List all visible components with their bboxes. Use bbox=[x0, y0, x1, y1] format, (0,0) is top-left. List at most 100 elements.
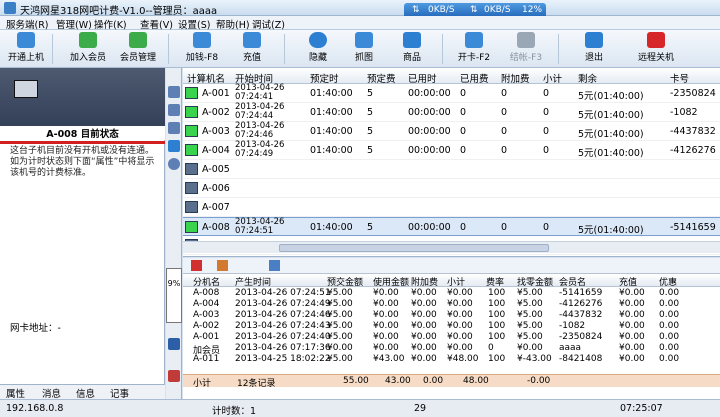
record-row[interactable]: 加会员 2013-04-26 07:17:36 ¥0.00 ¥0.00 ¥0.00 ¥0.… bbox=[183, 343, 720, 356]
toolbar-divider bbox=[52, 34, 53, 64]
machine-table-header: 计算机名 开始时间 预定时 预定费 已用时 已用费 附加费 小计 剩余 卡号 bbox=[183, 68, 720, 85]
record-cell: 0.00 bbox=[659, 343, 680, 353]
machine-row[interactable]: 2013-04-26 07:24:46 A-003 01:40:00 5 00:00:00… bbox=[183, 122, 720, 141]
record-cell: ¥5.00 bbox=[517, 288, 543, 298]
goods-button[interactable]: 商品 bbox=[388, 32, 436, 66]
recharge-button[interactable]: 充值 bbox=[228, 32, 276, 66]
menu-help[interactable]: 帮助(H) bbox=[216, 17, 250, 31]
record-cell: 100 bbox=[488, 332, 506, 342]
member-manage-button[interactable]: 会员管理 bbox=[114, 32, 162, 66]
clock-time: 07:25:07 bbox=[620, 403, 663, 414]
grid-view-icon[interactable] bbox=[168, 86, 180, 98]
machine-row[interactable]: 2013-04-26 07:24:49 A-004 01:40:00 5 00:00:00… bbox=[183, 141, 720, 160]
cell-name: A-004 bbox=[202, 145, 230, 156]
record-cell: ¥0.00 bbox=[619, 343, 645, 353]
add-member-button[interactable]: 加入会员 bbox=[64, 32, 112, 66]
record-cell: A-003 bbox=[193, 310, 220, 320]
exit-button[interactable]: 退出 bbox=[570, 32, 618, 66]
start-time: 2013-04-26 07:24:46 bbox=[235, 121, 285, 140]
open-card-button[interactable]: 开卡-F2 bbox=[450, 32, 498, 66]
toolbar-divider bbox=[558, 34, 559, 64]
cell-fee: 5 bbox=[367, 88, 374, 99]
menu-debug[interactable]: 调试(Z) bbox=[252, 17, 285, 31]
record-row[interactable]: A-008 2013-04-26 07:24:51 ¥5.00 ¥0.00 ¥0.00 ¥… bbox=[183, 288, 720, 299]
checkmark-icon[interactable] bbox=[168, 140, 180, 152]
hide-button[interactable]: 隐藏 bbox=[294, 32, 342, 66]
cell-card: -4437832 bbox=[670, 126, 716, 137]
machine-row[interactable]: 2013-04-26 07:24:41 A-001 01:40:00 5 00:00:00… bbox=[183, 84, 720, 103]
tab-properties[interactable]: 属性 bbox=[6, 386, 25, 400]
cell-fee: 5 bbox=[367, 126, 374, 137]
menu-manage[interactable]: 管理(W) bbox=[56, 17, 92, 31]
menu-settings[interactable]: 设置(S) bbox=[178, 17, 210, 31]
cell-used: 00:00:00 bbox=[408, 222, 451, 233]
tab-notes[interactable]: 记事 bbox=[110, 386, 129, 400]
add-money-button[interactable]: 加钱-F8 bbox=[178, 32, 226, 66]
wrench-icon[interactable] bbox=[269, 260, 280, 271]
clock-icon[interactable] bbox=[168, 158, 180, 170]
machine-row[interactable]: 2013-04-26 07:24:51 A-008 01:40:00 5 00:00:00… bbox=[183, 217, 720, 236]
record-cell: 0.00 bbox=[659, 288, 680, 298]
detail-view-icon[interactable] bbox=[168, 122, 180, 134]
record-cell: ¥5.00 bbox=[327, 310, 353, 320]
menu-view[interactable]: 查看(V) bbox=[140, 17, 173, 31]
record-row[interactable]: A-001 2013-04-26 07:24:40 ¥5.00 ¥0.00 ¥0.00 ¥… bbox=[183, 332, 720, 343]
net-upload: 0KB/S bbox=[484, 5, 511, 15]
menu-server[interactable]: 服务端(R) bbox=[6, 17, 49, 31]
cell-name: A-008 bbox=[202, 222, 230, 233]
record-row[interactable]: A-003 2013-04-26 07:24:46 ¥5.00 ¥0.00 ¥0.00 ¥… bbox=[183, 310, 720, 321]
start-time: 2013-04-26 07:24:41 bbox=[235, 83, 285, 102]
collapse-left-icon[interactable] bbox=[168, 338, 180, 350]
checkout-button[interactable]: 结帐-F3 bbox=[502, 32, 550, 66]
machine-hscroll[interactable] bbox=[183, 241, 720, 253]
machine-status-title: A-008 目前状态 bbox=[0, 126, 165, 140]
menu-operate[interactable]: 操作(K) bbox=[94, 17, 127, 31]
record-row[interactable]: A-002 2013-04-26 07:24:43 ¥5.00 ¥0.00 ¥0.00 ¥… bbox=[183, 321, 720, 332]
record-cell: 0 bbox=[488, 343, 494, 353]
open-machine-button[interactable]: 开通上机 bbox=[2, 32, 50, 66]
remote-shutdown-button[interactable]: 远程关机 bbox=[632, 32, 680, 66]
records-icon-2[interactable] bbox=[217, 260, 228, 271]
cell-remain: 5元(01:40:00) bbox=[578, 225, 644, 236]
record-cell: 0.00 bbox=[659, 354, 680, 364]
cell-subtotal: 0 bbox=[543, 145, 550, 156]
record-cell: 2013-04-26 07:24:40 bbox=[235, 332, 331, 342]
machine-row[interactable]: A-005 bbox=[183, 160, 720, 179]
download-arrow-icon: ⇅ bbox=[412, 5, 420, 15]
upload-arrow-icon: ⇅ bbox=[470, 5, 478, 15]
record-cell: ¥0.00 bbox=[619, 354, 645, 364]
record-cell: A-008 bbox=[193, 288, 220, 298]
record-cell: 0.00 bbox=[659, 299, 680, 309]
records-summary: 小计 12条记录 55.00 43.00 0.00 48.00 -0.00 bbox=[183, 374, 720, 389]
cell-name: A-002 bbox=[202, 107, 230, 118]
tab-info[interactable]: 信息 bbox=[76, 386, 95, 400]
records-icon-1[interactable] bbox=[191, 260, 202, 271]
computer-icon bbox=[185, 87, 198, 99]
record-cell: ¥5.00 bbox=[517, 310, 543, 320]
record-row[interactable]: A-011 2013-04-25 18:02:22 ¥5.00 ¥43.00 ¥0.00… bbox=[183, 354, 720, 365]
tab-messages[interactable]: 消息 bbox=[42, 386, 61, 400]
record-cell: ¥0.00 bbox=[619, 332, 645, 342]
screenshot-button[interactable]: 抓图 bbox=[340, 32, 388, 66]
record-cell: 0.00 bbox=[659, 332, 680, 342]
red-divider bbox=[0, 141, 165, 144]
cell-used_fee: 0 bbox=[460, 145, 467, 156]
server-ip: 192.168.0.8 bbox=[6, 403, 64, 414]
machine-row[interactable]: A-007 bbox=[183, 198, 720, 217]
record-row[interactable]: A-004 2013-04-26 07:24:49 ¥5.00 ¥0.00 ¥0.00 ¥… bbox=[183, 299, 720, 310]
record-cell: 100 bbox=[488, 321, 506, 331]
machine-row[interactable]: 2013-04-26 07:24:44 A-002 01:40:00 5 00:00:00… bbox=[183, 103, 720, 122]
tool-icon[interactable] bbox=[168, 370, 180, 382]
rss-icon bbox=[17, 32, 35, 48]
list-view-icon[interactable] bbox=[168, 104, 180, 116]
record-cell: ¥-43.00 bbox=[517, 354, 552, 364]
computer-icon bbox=[185, 144, 198, 156]
machine-row[interactable]: A-006 bbox=[183, 179, 720, 198]
scroll-thumb[interactable] bbox=[279, 244, 549, 252]
record-cell: -5141659 bbox=[559, 288, 603, 298]
computer-icon bbox=[14, 80, 38, 98]
title-bar: 天鸿网星318网吧计费-V1.0--管理员：aaaa bbox=[0, 0, 720, 17]
cell-used: 00:00:00 bbox=[408, 126, 451, 137]
record-cell: ¥0.00 bbox=[373, 321, 399, 331]
record-cell: ¥5.00 bbox=[517, 332, 543, 342]
